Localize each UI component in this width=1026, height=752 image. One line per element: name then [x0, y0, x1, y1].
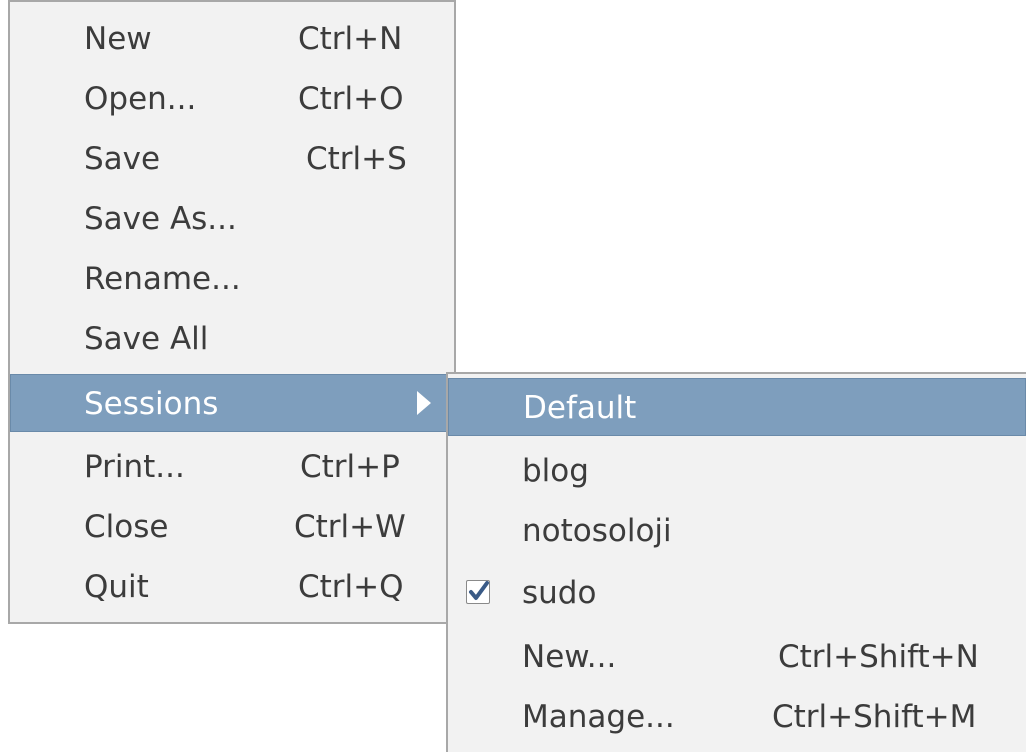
menu-item-label: Print... [84, 449, 185, 485]
menu-item-label: Save All [84, 321, 209, 357]
session-item-shortcut: Ctrl+Shift+M [772, 699, 977, 735]
menu-item-shortcut: Ctrl+W [294, 509, 406, 545]
session-item-notosoloji[interactable]: notosoloji [448, 502, 1026, 560]
sessions-submenu: Default blog notosoloji sudo New... Ctrl… [446, 372, 1026, 752]
session-item-label: New... [522, 639, 617, 675]
menu-item-open[interactable]: Open... Ctrl+O [10, 70, 454, 128]
submenu-arrow-icon [417, 391, 431, 415]
session-item-new[interactable]: New... Ctrl+Shift+N [448, 628, 1026, 686]
menu-item-new[interactable]: New Ctrl+N [10, 10, 454, 68]
menu-item-label: Open... [84, 81, 197, 117]
session-item-label: Manage... [522, 699, 675, 735]
menu-item-shortcut: Ctrl+P [300, 449, 400, 485]
menu-item-shortcut: Ctrl+Q [298, 569, 404, 605]
session-item-shortcut: Ctrl+Shift+N [778, 639, 979, 675]
menu-item-close[interactable]: Close Ctrl+W [10, 498, 454, 556]
menu-item-label: New [84, 21, 152, 57]
session-item-blog[interactable]: blog [448, 442, 1026, 500]
menu-item-save-as[interactable]: Save As... [10, 190, 454, 248]
menu-item-label: Rename... [84, 261, 241, 297]
session-item-label: Default [523, 390, 637, 426]
check-icon [466, 580, 490, 604]
menu-item-shortcut: Ctrl+N [298, 21, 403, 57]
session-item-label: sudo [522, 575, 597, 611]
menu-item-save-all[interactable]: Save All [10, 310, 454, 368]
menu-item-label: Close [84, 509, 169, 545]
menu-item-print[interactable]: Print... Ctrl+P [10, 438, 454, 496]
menu-item-sessions[interactable]: Sessions [10, 374, 454, 432]
file-menu: New Ctrl+N Open... Ctrl+O Save Ctrl+S Sa… [8, 0, 456, 624]
session-item-label: blog [522, 453, 589, 489]
menu-item-label: Save As... [84, 201, 237, 237]
menu-item-shortcut: Ctrl+O [298, 81, 404, 117]
session-item-default[interactable]: Default [448, 378, 1026, 436]
menu-item-shortcut: Ctrl+S [306, 141, 407, 177]
menu-item-label: Quit [84, 569, 149, 605]
session-item-label: notosoloji [522, 513, 672, 549]
menu-item-rename[interactable]: Rename... [10, 250, 454, 308]
menu-item-label: Sessions [84, 386, 219, 422]
session-item-sudo[interactable]: sudo [448, 564, 1026, 622]
menu-item-save[interactable]: Save Ctrl+S [10, 130, 454, 188]
session-item-manage[interactable]: Manage... Ctrl+Shift+M [448, 688, 1026, 746]
menu-item-label: Save [84, 141, 161, 177]
menu-item-quit[interactable]: Quit Ctrl+Q [10, 558, 454, 616]
